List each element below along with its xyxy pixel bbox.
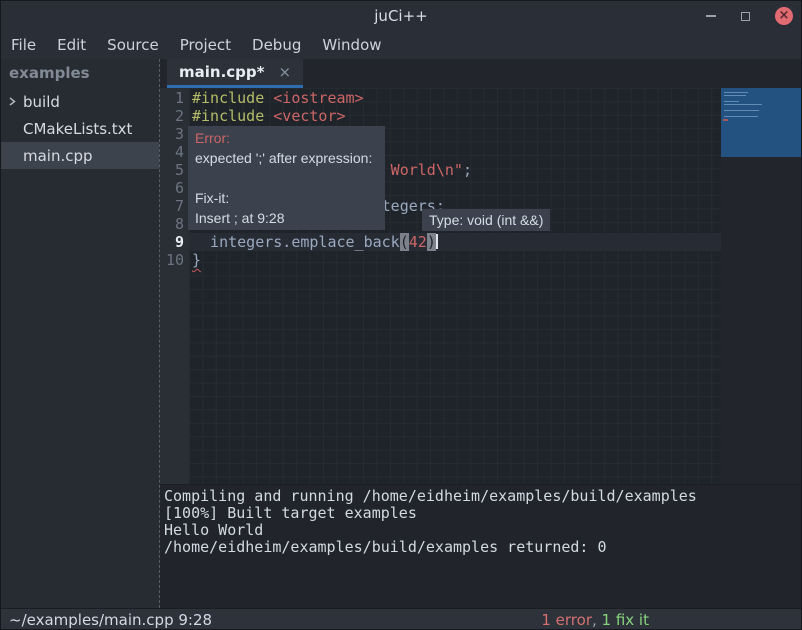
console-line: [100%] Built target examples — [164, 505, 801, 522]
minimap[interactable] — [721, 88, 801, 157]
menu-item-window[interactable]: Window — [322, 36, 381, 54]
minimap-error-mark — [723, 119, 728, 121]
line-number: 4 — [160, 143, 189, 161]
status-diagnostics: 1 error, 1 fix it — [541, 611, 649, 629]
statusbar: ~/examples/main.cpp 9:28 1 error, 1 fix … — [1, 608, 801, 630]
code-token: ) — [427, 233, 436, 251]
file-tree-sidebar: examples build CMakeLists.txt main.cpp — [1, 59, 160, 608]
line-number: 8 — [160, 215, 189, 233]
menubar: File Edit Source Project Debug Window — [1, 31, 801, 59]
status-file-location: ~/examples/main.cpp 9:28 — [1, 611, 212, 629]
code-token: <iostream> — [273, 89, 363, 107]
menu-item-file[interactable]: File — [11, 36, 36, 54]
chevron-right-icon[interactable] — [7, 96, 23, 107]
run-output-console[interactable]: Compiling and running /home/eidheim/exam… — [160, 484, 801, 608]
line-number: 6 — [160, 179, 189, 197]
tree-item-label: build — [23, 93, 60, 111]
code-token: 42 — [409, 233, 427, 251]
fixit-title: Fix-it: — [195, 188, 378, 208]
status-error-count: 1 error — [541, 611, 592, 629]
minimap-code-line — [724, 116, 758, 117]
text-cursor — [436, 234, 438, 249]
project-name: examples — [1, 59, 159, 88]
tree-item-label: main.cpp — [23, 147, 93, 165]
juci-window: juCi++ × File Edit Source Project Debug Windo… — [0, 0, 802, 630]
tab-main-cpp[interactable]: main.cpp* × — [167, 59, 303, 88]
minimap-code-line — [724, 104, 762, 105]
line-number-gutter: 12345678910 — [160, 88, 189, 484]
tree-item-label: CMakeLists.txt — [23, 120, 132, 138]
minimap-code-line — [724, 95, 746, 96]
minimap-code-line — [724, 110, 759, 111]
status-fixit-count: 1 fix it — [602, 611, 649, 629]
error-tooltip-title: Error: — [195, 128, 378, 148]
menu-item-project[interactable]: Project — [180, 36, 231, 54]
line-number: 1 — [160, 89, 189, 107]
code-line-1[interactable]: #include <iostream> — [189, 89, 721, 107]
window-title: juCi++ — [1, 1, 801, 31]
tab-label: main.cpp* — [179, 63, 264, 81]
code-token: #include — [192, 107, 273, 125]
minimize-icon[interactable] — [706, 15, 716, 17]
code-token: } — [192, 251, 201, 269]
error-tooltip-message: expected ';' after expression: — [195, 148, 378, 168]
tree-item-build[interactable]: build — [1, 88, 159, 115]
restore-icon[interactable] — [741, 12, 750, 21]
console-line: /home/eidheim/examples/build/examples re… — [164, 539, 801, 556]
line-number: 10 — [160, 251, 189, 269]
minimap-code-line — [724, 101, 739, 102]
code-line-9[interactable]: integers.emplace_back(42) — [189, 233, 721, 251]
error-tooltip: Error: expected ';' after expression: Fi… — [188, 126, 385, 230]
menu-item-source[interactable]: Source — [107, 36, 159, 54]
line-number: 9 — [160, 233, 189, 251]
code-token: <vector> — [273, 107, 345, 125]
line-number: 3 — [160, 125, 189, 143]
code-token: #include — [192, 89, 273, 107]
line-number: 2 — [160, 107, 189, 125]
line-number: 5 — [160, 161, 189, 179]
fixit-text: Insert ; at 9:28 — [195, 208, 378, 228]
minimap-code-line — [724, 92, 748, 93]
menu-item-edit[interactable]: Edit — [57, 36, 86, 54]
type-tooltip: Type: void (int &&) — [422, 209, 550, 231]
close-icon[interactable]: × — [775, 7, 793, 25]
tab-close-icon[interactable]: × — [278, 65, 291, 80]
minimap-column — [721, 88, 801, 484]
file-tree: build CMakeLists.txt main.cpp — [1, 88, 159, 169]
window-controls: × — [706, 1, 793, 31]
titlebar[interactable]: juCi++ × — [1, 1, 801, 31]
menu-item-debug[interactable]: Debug — [252, 36, 301, 54]
code-token: integers.emplace_back — [192, 233, 400, 251]
console-line: Compiling and running /home/eidheim/exam… — [164, 488, 801, 505]
code-line-2[interactable]: #include <vector> — [189, 107, 721, 125]
tree-item-cmakelists-txt[interactable]: CMakeLists.txt — [1, 115, 159, 142]
status-separator: , — [592, 611, 602, 629]
console-line: Hello World — [164, 522, 801, 539]
code-token: ( — [400, 233, 409, 251]
line-number: 7 — [160, 197, 189, 215]
code-token: ; — [463, 161, 472, 179]
tree-item-main-cpp[interactable]: main.cpp — [1, 142, 159, 169]
tabbar: main.cpp* × — [160, 59, 801, 88]
code-line-10[interactable]: } — [189, 251, 721, 269]
